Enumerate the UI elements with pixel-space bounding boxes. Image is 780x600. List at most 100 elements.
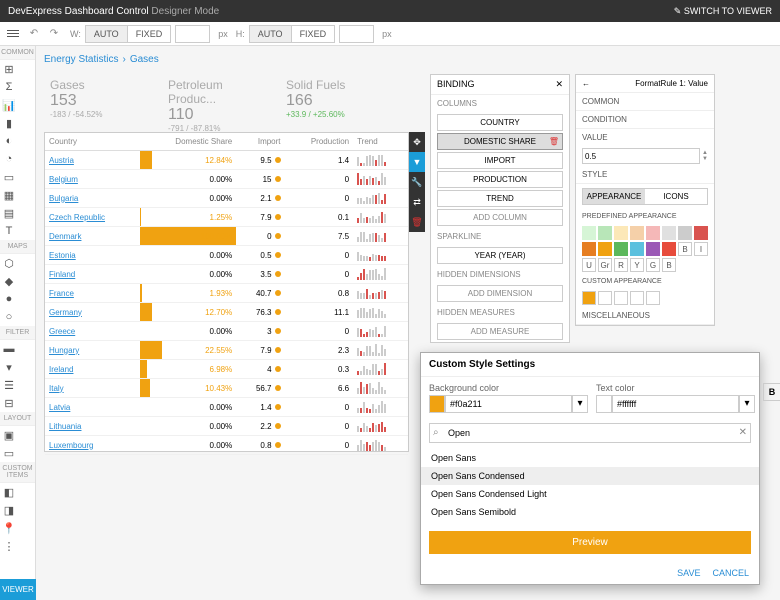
swatch[interactable] xyxy=(614,242,628,256)
style-letter[interactable]: U xyxy=(582,258,596,272)
settings-icon[interactable]: 🔧 xyxy=(409,172,425,192)
column-pill[interactable]: COUNTRY xyxy=(437,114,563,131)
style-letter[interactable]: B xyxy=(662,258,676,272)
table-row[interactable]: Czech Republic1.25%7.90.1 xyxy=(45,208,408,227)
text-icon[interactable]: T xyxy=(0,222,18,240)
swatch[interactable] xyxy=(582,242,596,256)
crumb-current[interactable]: Gases xyxy=(130,54,159,65)
value-spinner[interactable]: ▲▼ xyxy=(702,150,708,162)
group-icon[interactable]: ▣ xyxy=(0,426,18,444)
point-icon[interactable]: ○ xyxy=(0,308,18,326)
table-row[interactable]: Bulgaria0.00%2.10 xyxy=(45,189,408,208)
redo-button[interactable]: ↷ xyxy=(46,28,62,39)
move-icon[interactable]: ✥ xyxy=(409,132,425,152)
tx-dropdown[interactable]: ▾ xyxy=(739,395,755,413)
add-dimension-button[interactable]: ADD DIMENSION xyxy=(437,285,563,302)
style-letter[interactable]: I xyxy=(694,242,708,256)
table-row[interactable]: Belgium0.00%150 xyxy=(45,170,408,189)
gauge-icon[interactable]: ◐ xyxy=(0,132,18,150)
bg-dropdown[interactable]: ▾ xyxy=(572,395,588,413)
clear-icon[interactable]: ✕ xyxy=(739,427,747,438)
style-letter[interactable]: Gr xyxy=(598,258,612,272)
more-icon[interactable]: ⋮ xyxy=(0,537,18,555)
swatch[interactable] xyxy=(598,242,612,256)
chart-icon[interactable]: 📊 xyxy=(0,96,18,114)
tx-swatch[interactable] xyxy=(596,395,612,413)
swatch[interactable] xyxy=(630,242,644,256)
font-option[interactable]: Open Sans Condensed Light xyxy=(421,485,759,503)
font-option[interactable]: Open Sans Condensed xyxy=(421,467,759,485)
column-pill[interactable]: IMPORT xyxy=(437,152,563,169)
kpi-card[interactable]: Solid Fuels166+33.9 / +25.60% xyxy=(280,72,390,126)
filter-icon[interactable]: ▼ xyxy=(409,152,425,172)
sparkline-year[interactable]: YEAR (YEAR) xyxy=(437,247,563,264)
kpi-card[interactable]: Gases153-183 / -54.52% xyxy=(44,72,154,126)
table-row[interactable]: Denmark100.00%07.5 xyxy=(45,227,408,246)
custom-swatch-1[interactable] xyxy=(582,291,596,305)
kpi-card[interactable]: Petroleum Produc...110-791 / -87.81% xyxy=(162,72,272,126)
geo-icon[interactable]: ◆ xyxy=(0,272,18,290)
width-mode-segment[interactable]: AUTOFIXED xyxy=(85,25,171,43)
data-grid[interactable]: Country Domestic Share Import Production… xyxy=(44,132,409,452)
convert-icon[interactable]: ⇄ xyxy=(409,192,425,212)
icons-tab[interactable]: ICONS xyxy=(645,189,707,204)
custom1-icon[interactable]: ◧ xyxy=(0,483,18,501)
table-row[interactable]: Luxembourg0.00%0.80 xyxy=(45,436,408,455)
style-letter[interactable]: Y xyxy=(630,258,644,272)
custom-swatch-5[interactable] xyxy=(646,291,660,305)
cancel-button[interactable]: CANCEL xyxy=(712,568,749,578)
height-input[interactable] xyxy=(339,25,374,43)
close-icon[interactable]: ✕ xyxy=(555,79,563,90)
column-pill[interactable]: DOMESTIC SHARE🗑 xyxy=(437,133,563,150)
pie-icon[interactable]: ◔ xyxy=(0,150,18,168)
pin-icon[interactable]: 📍 xyxy=(0,519,18,537)
bg-color-input[interactable] xyxy=(445,395,572,413)
table-row[interactable]: Estonia0.00%0.50 xyxy=(45,246,408,265)
grid-icon[interactable]: ▦ xyxy=(0,186,18,204)
bubble-icon[interactable]: ● xyxy=(0,290,18,308)
font-option[interactable]: Open Sans Semibold xyxy=(421,503,759,521)
table-row[interactable]: Germany12.70%76.311.1 xyxy=(45,303,408,322)
swatch[interactable] xyxy=(646,242,660,256)
swatch[interactable] xyxy=(662,242,676,256)
save-button[interactable]: SAVE xyxy=(677,568,700,578)
col-trend[interactable]: Trend xyxy=(353,133,408,151)
combo-icon[interactable]: ▾ xyxy=(0,358,18,376)
col-production[interactable]: Production xyxy=(285,133,354,151)
value-input[interactable] xyxy=(582,148,700,164)
custom-swatch-3[interactable] xyxy=(614,291,628,305)
add-measure-button[interactable]: ADD MEASURE xyxy=(437,323,563,340)
appearance-tab[interactable]: APPEARANCE xyxy=(583,189,645,204)
height-mode-segment[interactable]: AUTOFIXED xyxy=(249,25,335,43)
custom2-icon[interactable]: ◨ xyxy=(0,501,18,519)
table-row[interactable]: Ireland6.98%40.3 xyxy=(45,360,408,379)
swatch[interactable] xyxy=(598,226,612,240)
width-input[interactable] xyxy=(175,25,210,43)
delete-col-icon[interactable]: 🗑 xyxy=(549,137,559,146)
map-icon[interactable]: ⬡ xyxy=(0,254,18,272)
viewer-button[interactable]: VIEWER xyxy=(0,579,36,600)
delete-icon[interactable]: 🗑 xyxy=(409,212,425,232)
font-option[interactable]: Open Sans xyxy=(421,449,759,467)
menu-icon[interactable] xyxy=(4,28,22,39)
table-row[interactable]: Finland0.00%3.50 xyxy=(45,265,408,284)
table-row[interactable]: Greece0.00%30 xyxy=(45,322,408,341)
list-icon[interactable]: ☰ xyxy=(0,376,18,394)
swatch[interactable] xyxy=(694,226,708,240)
custom-swatch-4[interactable] xyxy=(630,291,644,305)
style-letter[interactable]: B xyxy=(678,242,692,256)
card-icon[interactable]: ▭ xyxy=(0,168,18,186)
misc-section[interactable]: MISCELLANEOUS xyxy=(576,307,714,325)
swatch[interactable] xyxy=(662,226,676,240)
col-import[interactable]: Import xyxy=(236,133,284,151)
table-row[interactable]: France1.93%40.70.8 xyxy=(45,284,408,303)
table-row[interactable]: Austria12.84%9.51.4 xyxy=(45,151,408,170)
crumb-root[interactable]: Energy Statistics xyxy=(44,54,118,65)
common-section[interactable]: COMMON xyxy=(576,93,714,111)
swatch[interactable] xyxy=(678,226,692,240)
pivot-icon[interactable]: ⊞ xyxy=(0,60,18,78)
table-row[interactable]: Lithuania0.00%2.20 xyxy=(45,417,408,436)
tree-icon[interactable]: ⊟ xyxy=(0,394,18,412)
tab-icon[interactable]: ▭ xyxy=(0,444,18,462)
switch-to-viewer-button[interactable]: ✎ SWITCH TO VIEWER xyxy=(674,6,772,17)
